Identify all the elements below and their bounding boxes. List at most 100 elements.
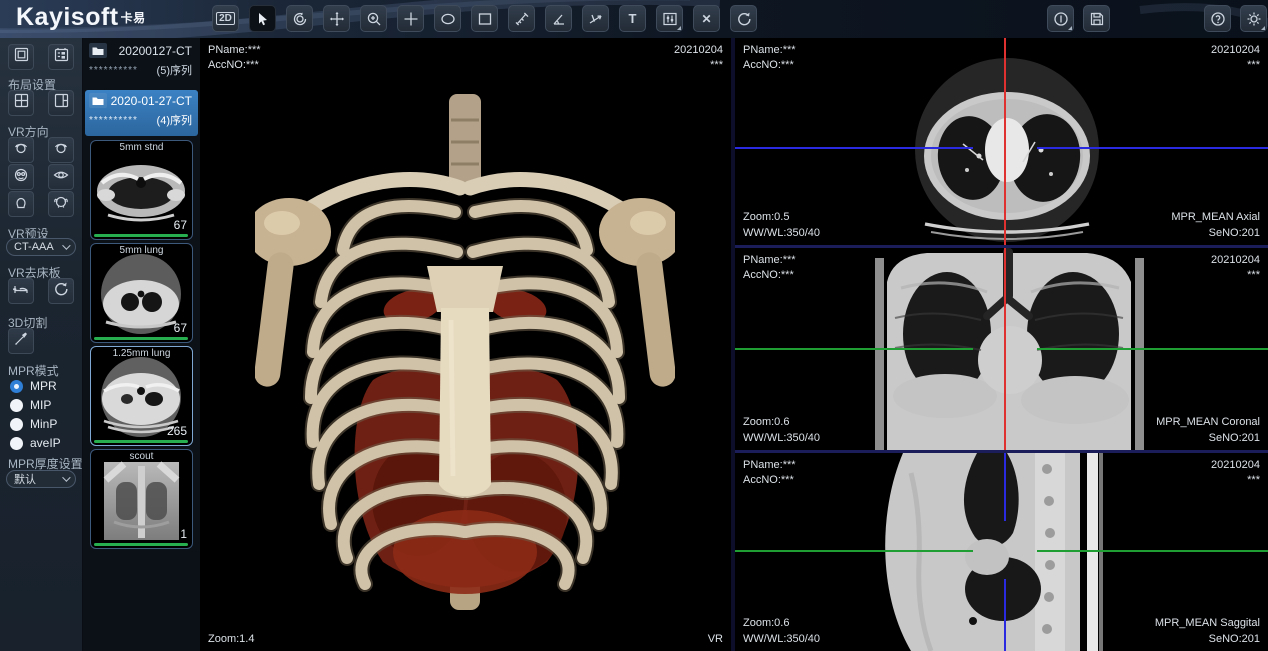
study-item-2-selected[interactable]: 2020-01-27-CT ********** (4)序列 bbox=[85, 90, 198, 136]
cursor-tool-button[interactable] bbox=[249, 5, 276, 32]
crosshair-vertical-line[interactable] bbox=[1004, 579, 1006, 651]
face-icon bbox=[13, 167, 29, 188]
app-logo: Kayisoft卡易 bbox=[16, 3, 146, 32]
study-series-count: (4)序列 bbox=[157, 112, 192, 128]
window-level-button[interactable] bbox=[656, 5, 683, 32]
crosshair-horizontal-line[interactable] bbox=[735, 348, 973, 350]
crosshair-vertical-line[interactable] bbox=[1004, 38, 1006, 245]
view-mode-label: VR bbox=[708, 633, 723, 645]
mpr-sagittal-viewport[interactable]: PName:*** AccNO:*** 20210204 *** Zoom:0.… bbox=[735, 453, 1268, 651]
measure-tool-button[interactable] bbox=[508, 5, 535, 32]
restore-bed-button[interactable] bbox=[48, 278, 74, 304]
vr-viewport[interactable]: PName:*** AccNO:*** 20210204 *** Zoom:1.… bbox=[200, 38, 731, 651]
angle-icon bbox=[551, 11, 567, 27]
chevron-down-icon bbox=[62, 241, 70, 249]
masked-label: *** bbox=[1247, 59, 1260, 71]
pan-icon bbox=[329, 11, 345, 27]
rectangle-tool-button[interactable] bbox=[471, 5, 498, 32]
toolbar-mid-group bbox=[1047, 5, 1110, 32]
toolbar-right-group bbox=[1204, 5, 1267, 32]
thumbnail-progress-bar bbox=[94, 543, 188, 546]
angle-tool-button[interactable] bbox=[545, 5, 572, 32]
ellipse-icon bbox=[440, 11, 456, 27]
layout-grid-button[interactable] bbox=[8, 90, 34, 116]
ruler-icon bbox=[514, 11, 530, 27]
mpr-mode-option-label: MinP bbox=[30, 417, 57, 431]
2d-view-button[interactable]: 2D bbox=[212, 5, 239, 32]
series-thumbnail-5mm-stnd[interactable]: 5mm stnd 67 bbox=[90, 140, 193, 240]
radio-selected-icon bbox=[10, 380, 23, 393]
mpr-thickness-select[interactable]: 默认 bbox=[6, 470, 76, 488]
layout-single-button[interactable] bbox=[8, 44, 34, 70]
layout-custom-button[interactable] bbox=[48, 44, 74, 70]
knife-icon bbox=[13, 331, 29, 352]
settings-button[interactable] bbox=[1240, 5, 1267, 32]
vr-head-front-button[interactable] bbox=[8, 191, 34, 217]
text-icon: T bbox=[629, 11, 637, 26]
vr-rotate-right-button[interactable] bbox=[48, 137, 74, 163]
layout-split-button[interactable] bbox=[48, 90, 74, 116]
crosshair-horizontal-line[interactable] bbox=[735, 147, 973, 149]
zoom-tool-button[interactable] bbox=[360, 5, 387, 32]
cobb-angle-tool-button[interactable] bbox=[582, 5, 609, 32]
crosshair-icon bbox=[403, 11, 419, 27]
masked-label: *** bbox=[1247, 474, 1260, 486]
thumbnail-image-count: 67 bbox=[174, 218, 187, 232]
radio-icon bbox=[10, 418, 23, 431]
delete-annotation-button[interactable]: ✕ bbox=[693, 5, 720, 32]
rotate-3d-tool-button[interactable] bbox=[286, 5, 313, 32]
mpr-mode-option-label: MIP bbox=[30, 398, 51, 412]
crosshair-vertical-line[interactable] bbox=[1004, 248, 1006, 450]
crosshair-horizontal-line[interactable] bbox=[1037, 147, 1268, 149]
pan-tool-button[interactable] bbox=[323, 5, 350, 32]
zoom-level-label: Zoom:0.6 bbox=[743, 617, 789, 629]
help-button[interactable] bbox=[1204, 5, 1231, 32]
brand-text: Kayisoft bbox=[16, 3, 119, 31]
mpr-coronal-viewport[interactable]: PName:*** AccNO:*** 20210204 *** Zoom:0.… bbox=[735, 248, 1268, 450]
study-item-1[interactable]: 20200127-CT ********** (5)序列 bbox=[85, 40, 198, 86]
layout-single-icon bbox=[14, 47, 29, 67]
zoom-level-label: Zoom:0.6 bbox=[743, 416, 789, 428]
series-thumbnail-5mm-lung[interactable]: 5mm lung 67 bbox=[90, 243, 193, 343]
masked-label: *** bbox=[710, 59, 723, 71]
reset-view-button[interactable] bbox=[730, 5, 757, 32]
mpr-axial-viewport[interactable]: PName:*** AccNO:*** 20210204 *** Zoom:0.… bbox=[735, 38, 1268, 245]
text-tool-button[interactable]: T bbox=[619, 5, 646, 32]
crosshair-tool-button[interactable] bbox=[397, 5, 424, 32]
crosshair-horizontal-line[interactable] bbox=[1037, 550, 1268, 552]
restore-icon bbox=[53, 281, 69, 302]
cut3d-button[interactable] bbox=[8, 328, 34, 354]
top-toolbar: Kayisoft卡易 2D bbox=[0, 0, 1268, 38]
crosshair-horizontal-line[interactable] bbox=[735, 550, 973, 552]
patient-name-label: PName:*** bbox=[743, 254, 796, 266]
thumbnail-title: 5mm stnd bbox=[91, 142, 192, 153]
vr-preset-select[interactable]: CT-AAA bbox=[6, 238, 76, 256]
remove-bed-button[interactable] bbox=[8, 278, 34, 304]
mpr-mode-option-minp[interactable]: MinP bbox=[10, 417, 57, 431]
series-thumbnail-scout[interactable]: scout 1 bbox=[90, 449, 193, 549]
mpr-mode-option-aveip[interactable]: aveIP bbox=[10, 436, 61, 450]
view-mode-label: MPR_MEAN Axial bbox=[1171, 211, 1260, 223]
eye-icon bbox=[53, 167, 69, 188]
vr-head-back-button[interactable] bbox=[48, 191, 74, 217]
mpr-mode-label: MPR模式 bbox=[8, 362, 59, 379]
cursor-icon bbox=[256, 12, 270, 26]
vr-eye-view-button[interactable] bbox=[48, 164, 74, 190]
ellipse-tool-button[interactable] bbox=[434, 5, 461, 32]
crosshair-horizontal-line[interactable] bbox=[1037, 348, 1268, 350]
vr-face-view-button[interactable] bbox=[8, 164, 34, 190]
mpr-mode-option-mpr[interactable]: MPR bbox=[10, 379, 57, 393]
info-button[interactable] bbox=[1047, 5, 1074, 32]
gear-icon bbox=[1246, 11, 1262, 27]
thumbnail-image bbox=[94, 458, 189, 542]
vr-rotate-left-button[interactable] bbox=[8, 137, 34, 163]
window-level-label: WW/WL:350/40 bbox=[743, 633, 820, 645]
view-mode-label: MPR_MEAN Saggital bbox=[1155, 617, 1260, 629]
crosshair-vertical-line[interactable] bbox=[1004, 453, 1006, 521]
series-thumbnail-125mm-lung[interactable]: 1.25mm lung 265 bbox=[90, 346, 193, 446]
layout-split-icon bbox=[54, 93, 69, 113]
mpr-mode-option-mip[interactable]: MIP bbox=[10, 398, 51, 412]
magnifier-icon bbox=[366, 11, 382, 27]
radio-icon bbox=[10, 399, 23, 412]
save-button[interactable] bbox=[1083, 5, 1110, 32]
